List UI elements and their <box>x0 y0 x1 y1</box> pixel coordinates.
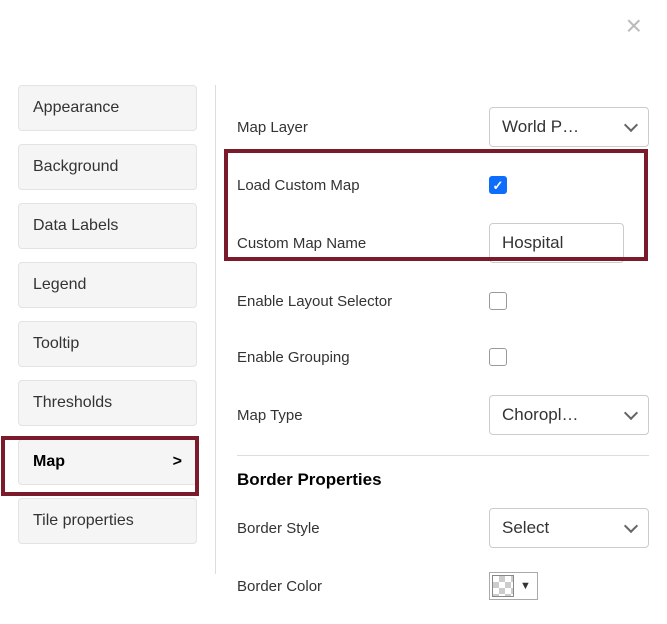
sidebar-item-label: Map <box>33 453 65 471</box>
sidebar-item-data-labels[interactable]: Data Labels <box>18 203 197 249</box>
map-layer-label: Map Layer <box>237 119 308 136</box>
border-color-label: Border Color <box>237 578 322 595</box>
sidebar-item-map[interactable]: Map > <box>18 439 197 485</box>
custom-map-name-label: Custom Map Name <box>237 235 366 252</box>
chevron-down-icon <box>624 519 638 533</box>
sidebar-item-label: Tile properties <box>33 512 134 530</box>
map-type-select[interactable]: Choropl… <box>489 395 649 435</box>
dropdown-arrow-icon: ▼ <box>520 580 531 592</box>
load-custom-map-label: Load Custom Map <box>237 177 360 194</box>
sidebar-item-label: Appearance <box>33 99 119 117</box>
load-custom-map-checkbox[interactable]: ✓ <box>489 176 507 194</box>
sidebar-item-tile-properties[interactable]: Tile properties <box>18 498 197 544</box>
color-swatch-icon <box>492 575 514 597</box>
sidebar-item-label: Data Labels <box>33 217 118 235</box>
sidebar-item-label: Legend <box>33 276 86 294</box>
sidebar-item-thresholds[interactable]: Thresholds <box>18 380 197 426</box>
map-layer-select[interactable]: World P… <box>489 107 649 147</box>
select-value: World P… <box>502 117 579 137</box>
sidebar-item-label: Thresholds <box>33 394 112 412</box>
sidebar-item-label: Background <box>33 158 118 176</box>
settings-panel: Map Layer World P… Load Custom Map ✓ Cus… <box>215 85 667 624</box>
sidebar-item-tooltip[interactable]: Tooltip <box>18 321 197 367</box>
border-style-select[interactable]: Select <box>489 508 649 548</box>
sidebar: Appearance Background Data Labels Legend… <box>0 85 215 624</box>
sidebar-item-legend[interactable]: Legend <box>18 262 197 308</box>
custom-map-name-input[interactable] <box>489 223 624 263</box>
vertical-divider <box>215 85 216 574</box>
select-value: Select <box>502 518 549 538</box>
sidebar-item-label: Tooltip <box>33 335 79 353</box>
enable-grouping-label: Enable Grouping <box>237 349 350 366</box>
chevron-right-icon: > <box>173 453 182 471</box>
border-properties-heading: Border Properties <box>237 470 649 490</box>
border-color-picker[interactable]: ▼ <box>489 572 538 600</box>
sidebar-item-background[interactable]: Background <box>18 144 197 190</box>
enable-layout-selector-label: Enable Layout Selector <box>237 293 392 310</box>
border-style-label: Border Style <box>237 520 320 537</box>
close-icon[interactable]: × <box>626 12 642 40</box>
chevron-down-icon <box>624 118 638 132</box>
enable-layout-selector-checkbox[interactable] <box>489 292 507 310</box>
select-value: Choropl… <box>502 405 579 425</box>
section-divider <box>237 455 649 456</box>
map-type-label: Map Type <box>237 407 303 424</box>
sidebar-item-appearance[interactable]: Appearance <box>18 85 197 131</box>
check-icon: ✓ <box>493 179 504 192</box>
chevron-down-icon <box>624 406 638 420</box>
enable-grouping-checkbox[interactable] <box>489 348 507 366</box>
